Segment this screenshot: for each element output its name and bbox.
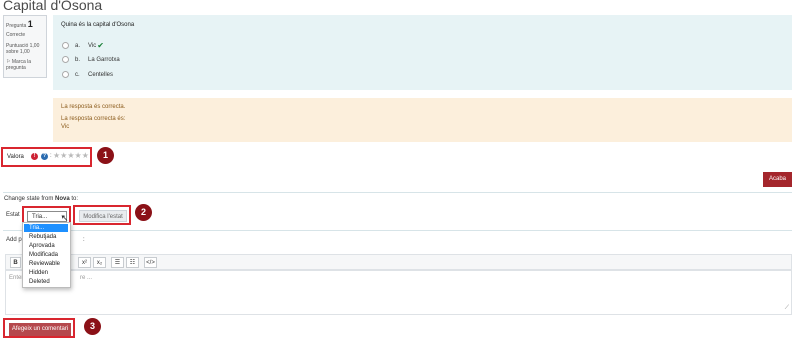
question-number: Pregunta 1 bbox=[6, 19, 33, 29]
callout-badge-1: 1 bbox=[97, 147, 114, 164]
estat-label: Estat bbox=[6, 212, 20, 218]
feedback-box: La resposta és correcta. La resposta cor… bbox=[53, 98, 792, 142]
help-icon[interactable]: ? bbox=[41, 153, 48, 160]
editor-toolbar: B x² x₂ ☰ ☷ </> bbox=[5, 254, 792, 270]
change-state-text: Change state from Nova to: bbox=[4, 196, 79, 202]
radio-option-a[interactable] bbox=[62, 42, 69, 49]
star-rating[interactable]: ★★★★★ bbox=[53, 151, 89, 160]
flag-question-link[interactable]: ⚐ Marca la pregunta bbox=[6, 59, 46, 71]
unordered-list-icon[interactable]: ☰ bbox=[111, 257, 124, 268]
divider bbox=[3, 192, 792, 193]
option-text: Vic bbox=[88, 42, 97, 49]
subscript-button[interactable]: x₂ bbox=[93, 257, 106, 268]
add-comment-highlight: Afegeix un comentari bbox=[3, 318, 75, 338]
callout-badge-3: 3 bbox=[84, 318, 101, 335]
feedback-answer: Vic bbox=[61, 124, 70, 130]
code-icon[interactable]: </> bbox=[144, 257, 157, 268]
question-marks: Puntuació 1,00 sobre 1,00 bbox=[6, 43, 40, 55]
page-title: Capital d'Osona bbox=[3, 0, 103, 13]
feedback-line: La resposta correcta és: bbox=[61, 116, 126, 122]
question-box: Quina és la capital d'Osona a. Vic ✔ b. … bbox=[53, 15, 792, 90]
comment-editor[interactable]: Enter y re ... ⟋ bbox=[5, 270, 792, 315]
checkmark-icon: ✔ bbox=[97, 41, 104, 50]
state-dropdown-menu: Tria... Rebutjada Aprovada Modificada Re… bbox=[22, 222, 71, 288]
rating-label: Valora bbox=[7, 154, 24, 160]
dropdown-option[interactable]: Rebutjada bbox=[24, 233, 68, 241]
dropdown-option[interactable]: Reviewable bbox=[24, 260, 68, 268]
radio-option-c[interactable] bbox=[62, 71, 69, 78]
superscript-button[interactable]: x² bbox=[78, 257, 91, 268]
option-text: La Garrotxa bbox=[88, 56, 120, 63]
dropdown-option[interactable]: Aprovada bbox=[24, 242, 68, 250]
question-info-panel: Pregunta 1 Correcte Puntuació 1,00 sobre… bbox=[3, 15, 47, 78]
ordered-list-icon[interactable]: ☷ bbox=[126, 257, 139, 268]
feedback-line: La resposta és correcta. bbox=[61, 104, 126, 110]
rating-highlight: Valora ! ? : ★★★★★ bbox=[1, 147, 92, 167]
dropdown-option[interactable]: Hidden bbox=[24, 269, 68, 277]
resize-handle-icon[interactable]: ⟋ bbox=[785, 305, 789, 312]
option-c[interactable]: c. Centelles bbox=[62, 71, 113, 78]
dropdown-option[interactable]: Tria... bbox=[24, 224, 68, 232]
dropdown-option[interactable]: Deleted bbox=[24, 278, 68, 286]
finish-button[interactable]: Acaba bbox=[763, 172, 792, 187]
dropdown-option[interactable]: Modificada bbox=[24, 251, 68, 259]
radio-option-b[interactable] bbox=[62, 56, 69, 63]
question-state: Correcte bbox=[6, 32, 26, 38]
mouse-cursor-icon: ↖ bbox=[61, 213, 69, 223]
modify-state-highlight: Modifica l'estat bbox=[73, 205, 131, 225]
bold-button[interactable]: B bbox=[10, 257, 21, 268]
option-a[interactable]: a. Vic ✔ bbox=[62, 41, 104, 50]
divider bbox=[3, 230, 792, 231]
option-text: Centelles bbox=[88, 71, 114, 78]
add-comment-button[interactable]: Afegeix un comentari bbox=[9, 323, 71, 336]
required-icon: ! bbox=[31, 153, 38, 160]
modify-state-button[interactable]: Modifica l'estat bbox=[79, 210, 127, 222]
callout-badge-2: 2 bbox=[135, 204, 152, 221]
option-b[interactable]: b. La Garrotxa bbox=[62, 56, 120, 63]
question-text: Quina és la capital d'Osona bbox=[61, 22, 135, 28]
